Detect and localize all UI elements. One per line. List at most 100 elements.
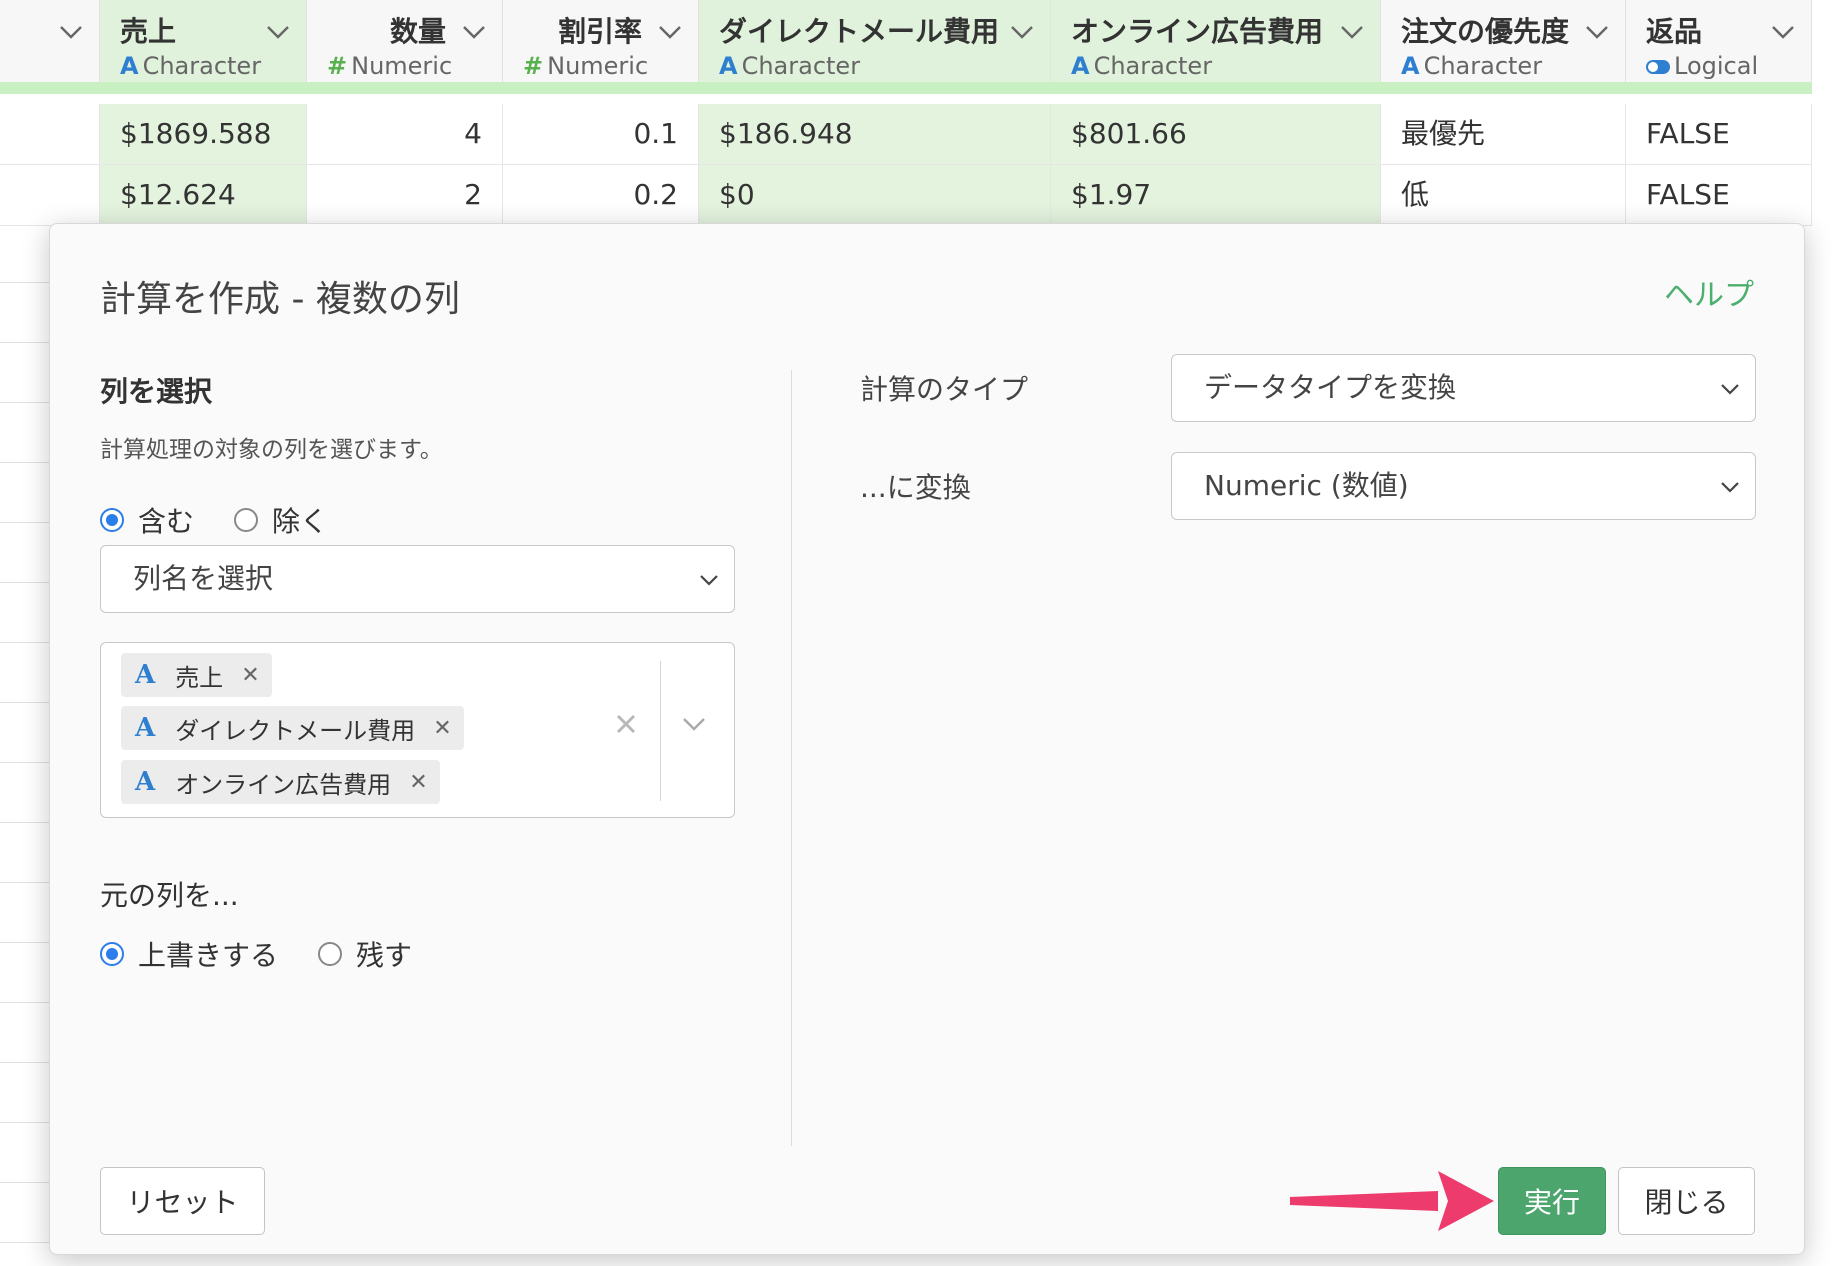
calc-type-select[interactable]: データタイプを変換 — [1171, 354, 1756, 422]
table-row: $1869.588 4 0.1 $186.948 $801.66 最優先 FAL… — [0, 104, 1812, 165]
convert-to-select[interactable]: Numeric (数値) — [1171, 452, 1756, 520]
column-type: A Character — [1071, 52, 1212, 80]
character-type-icon: A — [1401, 52, 1420, 80]
row-index-cell — [0, 165, 100, 225]
table-cell: 最優先 — [1381, 104, 1626, 164]
selected-column-tag: A ダイレクトメール費用 ✕ — [121, 706, 464, 750]
chevron-down-icon — [1721, 384, 1739, 395]
original-columns-heading: 元の列を... — [100, 879, 239, 912]
column-type-label: Logical — [1674, 52, 1759, 80]
column-select-description: 計算処理の対象の列を選びます。 — [100, 437, 443, 463]
create-calculation-dialog: 計算を作成 - 複数の列 ヘルプ 列を選択 計算処理の対象の列を選びます。 含む… — [49, 223, 1805, 1255]
selected-columns-multiselect[interactable]: A 売上 ✕ A ダイレクトメール費用 ✕ A オンライン広告費用 ✕ — [100, 642, 735, 818]
exclude-radio[interactable]: 除く — [234, 500, 328, 540]
radio-selected-icon — [100, 942, 124, 966]
chevron-down-icon[interactable] — [1583, 22, 1611, 42]
table-cell: $12.624 — [100, 165, 307, 225]
chevron-down-icon[interactable] — [1008, 22, 1036, 42]
remove-tag-icon[interactable]: ✕ — [433, 716, 451, 741]
chevron-down-icon[interactable] — [460, 22, 488, 42]
chevron-down-icon — [700, 575, 718, 586]
row-index-cell — [0, 104, 100, 164]
column-header-returns[interactable]: 返品 Logical — [1626, 0, 1812, 82]
column-header-quantity[interactable]: 数量 # Numeric — [307, 0, 503, 82]
include-exclude-radio-group: 含む 除く — [100, 500, 368, 540]
row-divider — [0, 342, 50, 343]
numeric-type-icon: # — [523, 52, 544, 80]
character-type-icon: A — [1071, 52, 1090, 80]
column-name: 注文の優先度 — [1401, 15, 1570, 48]
chevron-down-icon[interactable] — [681, 715, 707, 733]
row-divider — [0, 282, 50, 283]
selected-column-tag: A オンライン広告費用 ✕ — [121, 760, 440, 804]
row-divider — [0, 762, 50, 763]
convert-to-value: Numeric (数値) — [1204, 469, 1409, 502]
chevron-down-icon — [1721, 482, 1739, 493]
overwrite-radio[interactable]: 上書きする — [100, 934, 278, 974]
selected-columns-bar — [0, 82, 1812, 94]
close-button[interactable]: 閉じる — [1618, 1167, 1755, 1235]
character-type-icon: A — [719, 52, 738, 80]
table-cell: FALSE — [1626, 165, 1812, 225]
tag-label: 売上 — [175, 663, 224, 692]
column-type-label: Character — [1423, 52, 1543, 80]
table-cell: $0 — [699, 165, 1051, 225]
multiselect-divider — [660, 661, 661, 801]
column-select-heading: 列を選択 — [100, 375, 213, 408]
table-cell: $1869.588 — [100, 104, 307, 164]
table-row: $12.624 2 0.2 $0 $1.97 低 FALSE — [0, 165, 1812, 226]
column-type: # Numeric — [327, 52, 452, 80]
column-header-sales[interactable]: 売上 A Character — [100, 0, 307, 82]
chevron-down-icon[interactable] — [1769, 22, 1797, 42]
column-type-label: Character — [1093, 52, 1213, 80]
table-cell: 0.2 — [503, 165, 699, 225]
selected-column-tag: A 売上 ✕ — [121, 653, 272, 697]
row-divider — [0, 882, 50, 883]
column-header-priority[interactable]: 注文の優先度 A Character — [1381, 0, 1626, 82]
table-cell: 低 — [1381, 165, 1626, 225]
table-cell: 2 — [307, 165, 503, 225]
help-link[interactable]: ヘルプ — [1664, 270, 1754, 314]
column-type-label: Character — [142, 52, 262, 80]
chevron-down-icon[interactable] — [656, 22, 684, 42]
chevron-down-icon[interactable] — [1338, 22, 1366, 42]
radio-empty-icon — [318, 942, 343, 966]
calc-type-label: 計算のタイプ — [860, 373, 1029, 406]
convert-to-label: ...に変換 — [860, 471, 971, 504]
column-name-select[interactable]: 列名を選択 — [100, 545, 735, 613]
chevron-down-icon[interactable] — [264, 22, 292, 42]
column-name: 割引率 — [557, 15, 642, 48]
chevron-down-icon[interactable] — [57, 22, 85, 42]
keep-label: 残す — [356, 939, 413, 972]
original-columns-radio-group: 上書きする 残す — [100, 934, 452, 974]
row-index-header[interactable] — [0, 0, 100, 82]
column-name: 返品 — [1646, 15, 1703, 48]
row-divider — [0, 942, 50, 943]
row-divider — [0, 1182, 50, 1183]
column-header-discount[interactable]: 割引率 # Numeric — [503, 0, 699, 82]
column-name: 売上 — [120, 15, 177, 48]
column-type-label: Numeric — [351, 52, 453, 80]
column-header-online-ad-cost[interactable]: オンライン広告費用 A Character — [1051, 0, 1381, 82]
remove-tag-icon[interactable]: ✕ — [241, 663, 259, 688]
run-button[interactable]: 実行 — [1498, 1167, 1606, 1235]
tag-label: ダイレクトメール費用 — [175, 716, 416, 745]
grid-header-row: 売上 A Character 数量 # Numeric 割引率 # Numeric ダ… — [0, 0, 1812, 83]
reset-button[interactable]: リセット — [100, 1167, 265, 1235]
calc-type-value: データタイプを変換 — [1204, 371, 1457, 404]
row-divider — [0, 642, 50, 643]
clear-all-icon[interactable] — [611, 709, 641, 739]
remove-tag-icon[interactable]: ✕ — [409, 770, 427, 795]
column-select-placeholder: 列名を選択 — [133, 562, 274, 595]
row-divider — [0, 1242, 50, 1243]
keep-radio[interactable]: 残す — [318, 934, 412, 974]
column-name: ダイレクトメール費用 — [719, 15, 1000, 48]
dialog-title: 計算を作成 - 複数の列 — [100, 279, 460, 320]
column-type-label: Character — [741, 52, 861, 80]
include-radio[interactable]: 含む — [100, 500, 194, 540]
table-cell: FALSE — [1626, 104, 1812, 164]
column-type: # Numeric — [523, 52, 648, 80]
column-header-dm-cost[interactable]: ダイレクトメール費用 A Character — [699, 0, 1051, 82]
section-divider — [791, 370, 792, 1146]
character-type-icon: A — [135, 660, 156, 690]
